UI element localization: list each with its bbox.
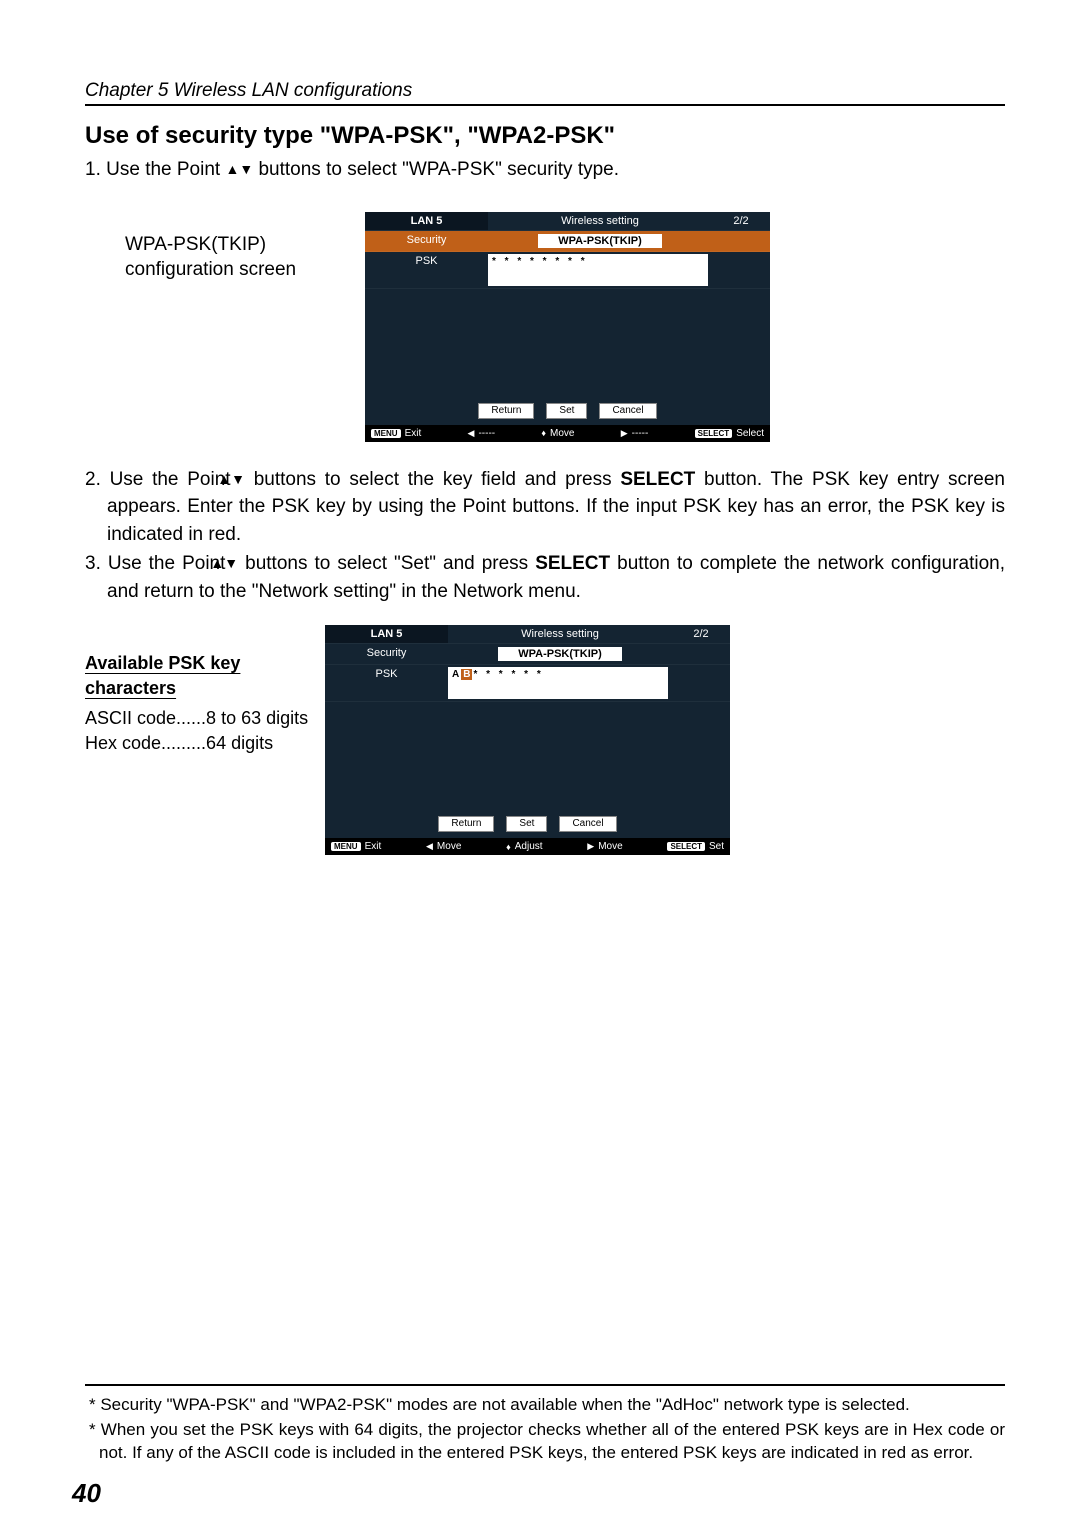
triangle-right-icon: ▶ <box>621 428 628 439</box>
triangle-left-icon: ◀ <box>426 841 433 852</box>
avail-psk-heading: Available PSK key characters <box>85 651 325 700</box>
return-button[interactable]: Return <box>438 816 494 832</box>
security-value: WPA-PSK(TKIP) <box>448 644 672 664</box>
updown-icon: ♦ <box>506 842 511 852</box>
step-2: 2. Use the Point ▲▼ buttons to select th… <box>85 466 1005 549</box>
footnote-1: * Security "WPA-PSK" and "WPA2-PSK" mode… <box>85 1394 1005 1417</box>
psk-label: PSK <box>325 665 448 701</box>
triangle-up-down-icon: ▲▼ <box>239 469 245 489</box>
triangle-up-down-icon: ▲▼ <box>232 553 238 573</box>
config-screen-2: LAN 5 Wireless setting 2/2 Security WPA-… <box>325 625 730 855</box>
menu-badge: MENU <box>371 429 401 438</box>
security-label: Security <box>365 231 488 251</box>
page-indicator: 2/2 <box>672 625 730 643</box>
menu-badge: MENU <box>331 842 361 851</box>
lan-label: LAN 5 <box>365 212 488 230</box>
cancel-button[interactable]: Cancel <box>559 816 616 832</box>
screen-title: Wireless setting <box>488 212 712 230</box>
step-1: 1. Use the Point ▲▼ buttons to select "W… <box>85 156 1005 184</box>
config-screen-1: LAN 5 Wireless setting 2/2 Security WPA-… <box>365 212 770 442</box>
screen-footer: MENU Exit ◀Move ♦Adjust ▶Move SELECT Set <box>325 838 730 855</box>
updown-icon: ♦ <box>541 428 546 438</box>
psk-entry-field[interactable]: A B * * * * * * <box>448 667 668 699</box>
footnotes: * Security "WPA-PSK" and "WPA2-PSK" mode… <box>85 1384 1005 1467</box>
set-button[interactable]: Set <box>506 816 547 832</box>
select-badge: SELECT <box>695 429 733 438</box>
page-indicator: 2/2 <box>712 212 770 230</box>
page-number: 40 <box>72 1478 101 1509</box>
hex-code-row: Hex code.........64 digits <box>85 731 325 756</box>
triangle-left-icon: ◀ <box>468 428 475 439</box>
return-button[interactable]: Return <box>478 403 534 419</box>
psk-cursor: B <box>461 669 472 680</box>
ascii-code-row: ASCII code......8 to 63 digits <box>85 706 325 731</box>
psk-label: PSK <box>365 252 488 288</box>
section-title: Use of security type "WPA-PSK", "WPA2-PS… <box>85 122 1005 150</box>
set-button[interactable]: Set <box>546 403 587 419</box>
footnote-2: * When you set the PSK keys with 64 digi… <box>85 1419 1005 1465</box>
triangle-right-icon: ▶ <box>587 841 594 852</box>
chapter-header: Chapter 5 Wireless LAN configurations <box>85 80 1005 106</box>
security-value: WPA-PSK(TKIP) <box>488 231 712 251</box>
step-3: 3. Use the Point ▲▼ buttons to select "S… <box>85 550 1005 605</box>
screen-footer: MENU Exit ◀----- ♦Move ▶----- SELECT Sel… <box>365 425 770 442</box>
screen-title: Wireless setting <box>448 625 672 643</box>
lan-label: LAN 5 <box>325 625 448 643</box>
select-badge: SELECT <box>667 842 705 851</box>
screen1-caption: WPA-PSK(TKIP) configuration screen <box>85 212 365 283</box>
psk-field[interactable]: * * * * * * * * <box>488 254 708 286</box>
cancel-button[interactable]: Cancel <box>599 403 656 419</box>
security-label: Security <box>325 644 448 664</box>
triangle-up-down-icon: ▲▼ <box>225 159 253 179</box>
